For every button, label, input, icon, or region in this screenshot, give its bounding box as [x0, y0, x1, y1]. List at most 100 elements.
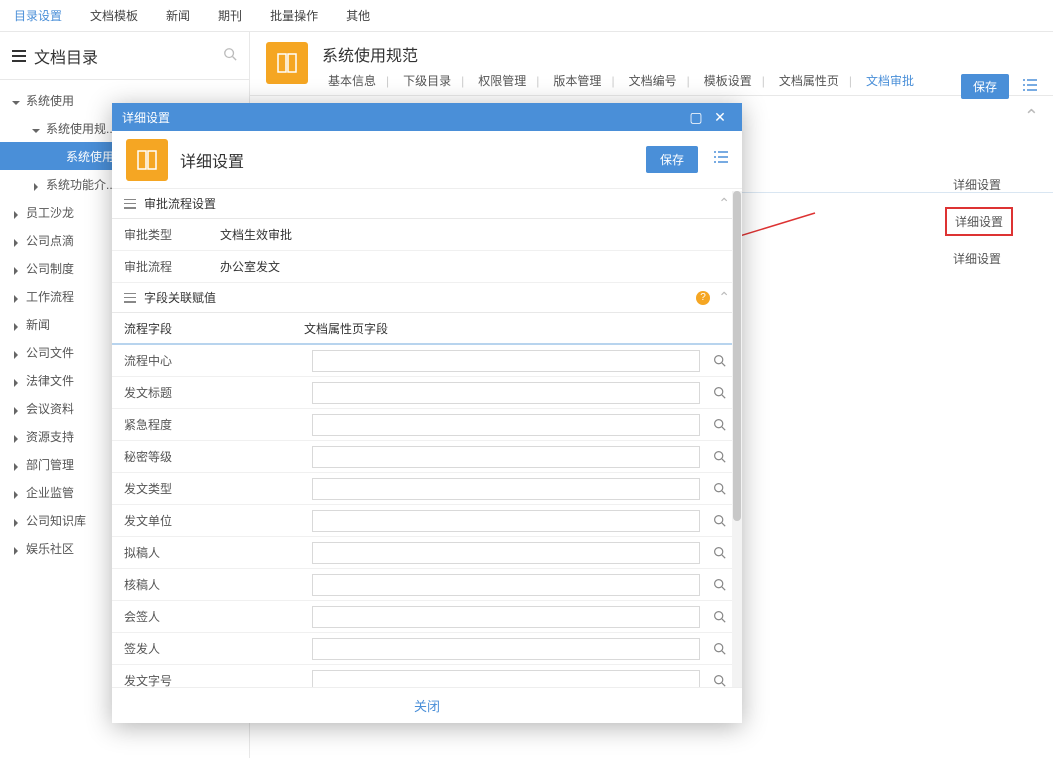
- chevron-down-icon: [32, 124, 40, 132]
- scrollbar[interactable]: [732, 191, 742, 687]
- search-icon[interactable]: [708, 542, 730, 564]
- modal-doc-icon: [126, 139, 168, 181]
- detail-link-2[interactable]: 详细设置: [945, 246, 1013, 271]
- field-input-9[interactable]: [312, 638, 700, 660]
- search-icon[interactable]: [708, 574, 730, 596]
- tree-item-label: 公司文件: [26, 344, 74, 361]
- maximize-icon[interactable]: ▢: [684, 109, 708, 126]
- modal-header-title: 详细设置: [180, 148, 244, 172]
- chevron-right-icon: [12, 264, 20, 272]
- field-label: 签发人: [124, 640, 304, 657]
- menu-item-other[interactable]: 其他: [346, 7, 370, 24]
- modal-save-button[interactable]: 保存: [646, 146, 698, 173]
- doc-icon: [266, 42, 308, 84]
- menu-item-news[interactable]: 新闻: [166, 7, 190, 24]
- chevron-right-icon: [12, 208, 20, 216]
- chevron-right-icon: [12, 320, 20, 328]
- doc-tab-1[interactable]: 下级目录: [397, 72, 470, 89]
- field-input-6[interactable]: [312, 542, 700, 564]
- search-icon[interactable]: [708, 510, 730, 532]
- close-link[interactable]: 关闭: [414, 696, 440, 715]
- tree-item-label: 新闻: [26, 316, 50, 333]
- menu-item-batch[interactable]: 批量操作: [270, 7, 318, 24]
- chevron-right-icon: [12, 488, 20, 496]
- tree-item-label: 系统使用: [26, 92, 74, 109]
- chevron-up-icon[interactable]: ⌃: [718, 195, 730, 212]
- tree-item-label: 娱乐社区: [26, 540, 74, 557]
- kv-row-approval-flow: 审批流程 办公室发文: [112, 251, 742, 283]
- field-row-10: 发文字号: [112, 665, 742, 687]
- tree-item-label: 工作流程: [26, 288, 74, 305]
- chevron-right-icon: [12, 236, 20, 244]
- search-icon[interactable]: [708, 350, 730, 372]
- doc-tab-2[interactable]: 权限管理: [472, 72, 545, 89]
- scrollbar-thumb[interactable]: [733, 191, 741, 521]
- search-icon[interactable]: [708, 414, 730, 436]
- doc-tab-3[interactable]: 版本管理: [547, 72, 620, 89]
- field-row-3: 秘密等级: [112, 441, 742, 473]
- search-icon[interactable]: [708, 382, 730, 404]
- field-label: 紧急程度: [124, 416, 304, 433]
- search-icon[interactable]: [708, 670, 730, 688]
- field-row-0: 流程中心: [112, 345, 742, 377]
- search-icon[interactable]: [708, 446, 730, 468]
- field-label: 发文单位: [124, 512, 304, 529]
- doc-tab-4[interactable]: 文档编号: [623, 72, 696, 89]
- field-input-3[interactable]: [312, 446, 700, 468]
- hamburger-icon[interactable]: [12, 50, 26, 62]
- chevron-right-icon: [12, 544, 20, 552]
- chevron-right-icon: [12, 516, 20, 524]
- field-input-5[interactable]: [312, 510, 700, 532]
- chevron-right-icon: [12, 460, 20, 468]
- modal-titlebar[interactable]: 详细设置 ▢ ✕: [112, 103, 742, 131]
- close-icon[interactable]: ✕: [708, 109, 732, 126]
- doc-tab-7[interactable]: 文档审批: [860, 72, 920, 89]
- field-row-4: 发文类型: [112, 473, 742, 505]
- detail-settings-links: 详细设置 详细设置 详细设置: [945, 172, 1013, 271]
- tree-item-label: 部门管理: [26, 456, 74, 473]
- detail-link-0[interactable]: 详细设置: [945, 172, 1013, 197]
- drag-icon: [124, 199, 136, 209]
- field-input-1[interactable]: [312, 382, 700, 404]
- menu-item-doc-template[interactable]: 文档模板: [90, 7, 138, 24]
- modal-list-icon[interactable]: [712, 148, 730, 171]
- doc-tabs: 基本信息下级目录权限管理版本管理文档编号模板设置文档属性页文档审批: [322, 72, 1037, 89]
- field-input-4[interactable]: [312, 478, 700, 500]
- drag-icon: [124, 293, 136, 303]
- search-icon[interactable]: [708, 638, 730, 660]
- detail-settings-modal: 详细设置 ▢ ✕ 详细设置 保存 审批流程设置 ⌃ 审批类型 文档生效审批 审批…: [112, 103, 742, 723]
- tree-item-label: 系统功能介...: [46, 176, 116, 193]
- field-input-7[interactable]: [312, 574, 700, 596]
- field-label: 发文字号: [124, 672, 304, 687]
- kv-row-approval-type: 审批类型 文档生效审批: [112, 219, 742, 251]
- top-menu: 目录设置 文档模板 新闻 期刊 批量操作 其他: [0, 0, 1053, 32]
- doc-tab-5[interactable]: 模板设置: [698, 72, 771, 89]
- doc-tab-6[interactable]: 文档属性页: [773, 72, 858, 89]
- search-icon[interactable]: [708, 606, 730, 628]
- tree-item-label: 系统使用: [66, 148, 114, 165]
- field-input-2[interactable]: [312, 414, 700, 436]
- field-input-10[interactable]: [312, 670, 700, 688]
- field-label: 会签人: [124, 608, 304, 625]
- search-icon[interactable]: [223, 47, 237, 64]
- search-icon[interactable]: [708, 478, 730, 500]
- menu-item-catalog-settings[interactable]: 目录设置: [14, 7, 62, 24]
- column-headers: 流程字段 文档属性页字段: [112, 313, 742, 345]
- tree-item-label: 公司制度: [26, 260, 74, 277]
- doc-tab-0[interactable]: 基本信息: [322, 72, 395, 89]
- tree-item-label: 资源支持: [26, 428, 74, 445]
- chevron-up-icon[interactable]: ⌃: [1024, 106, 1039, 127]
- field-input-0[interactable]: [312, 350, 700, 372]
- field-row-9: 签发人: [112, 633, 742, 665]
- field-input-8[interactable]: [312, 606, 700, 628]
- field-label: 发文标题: [124, 384, 304, 401]
- modal-title: 详细设置: [122, 109, 170, 126]
- detail-link-1[interactable]: 详细设置: [945, 207, 1013, 236]
- section-approval-flow[interactable]: 审批流程设置 ⌃: [112, 189, 742, 219]
- chevron-up-icon[interactable]: ⌃: [718, 289, 730, 306]
- menu-item-journal[interactable]: 期刊: [218, 7, 242, 24]
- modal-body: 审批流程设置 ⌃ 审批类型 文档生效审批 审批流程 办公室发文 字段关联赋值 ?…: [112, 189, 742, 687]
- help-icon[interactable]: ?: [696, 291, 710, 305]
- section-field-mapping[interactable]: 字段关联赋值 ? ⌃: [112, 283, 742, 313]
- tree-item-label: 企业监管: [26, 484, 74, 501]
